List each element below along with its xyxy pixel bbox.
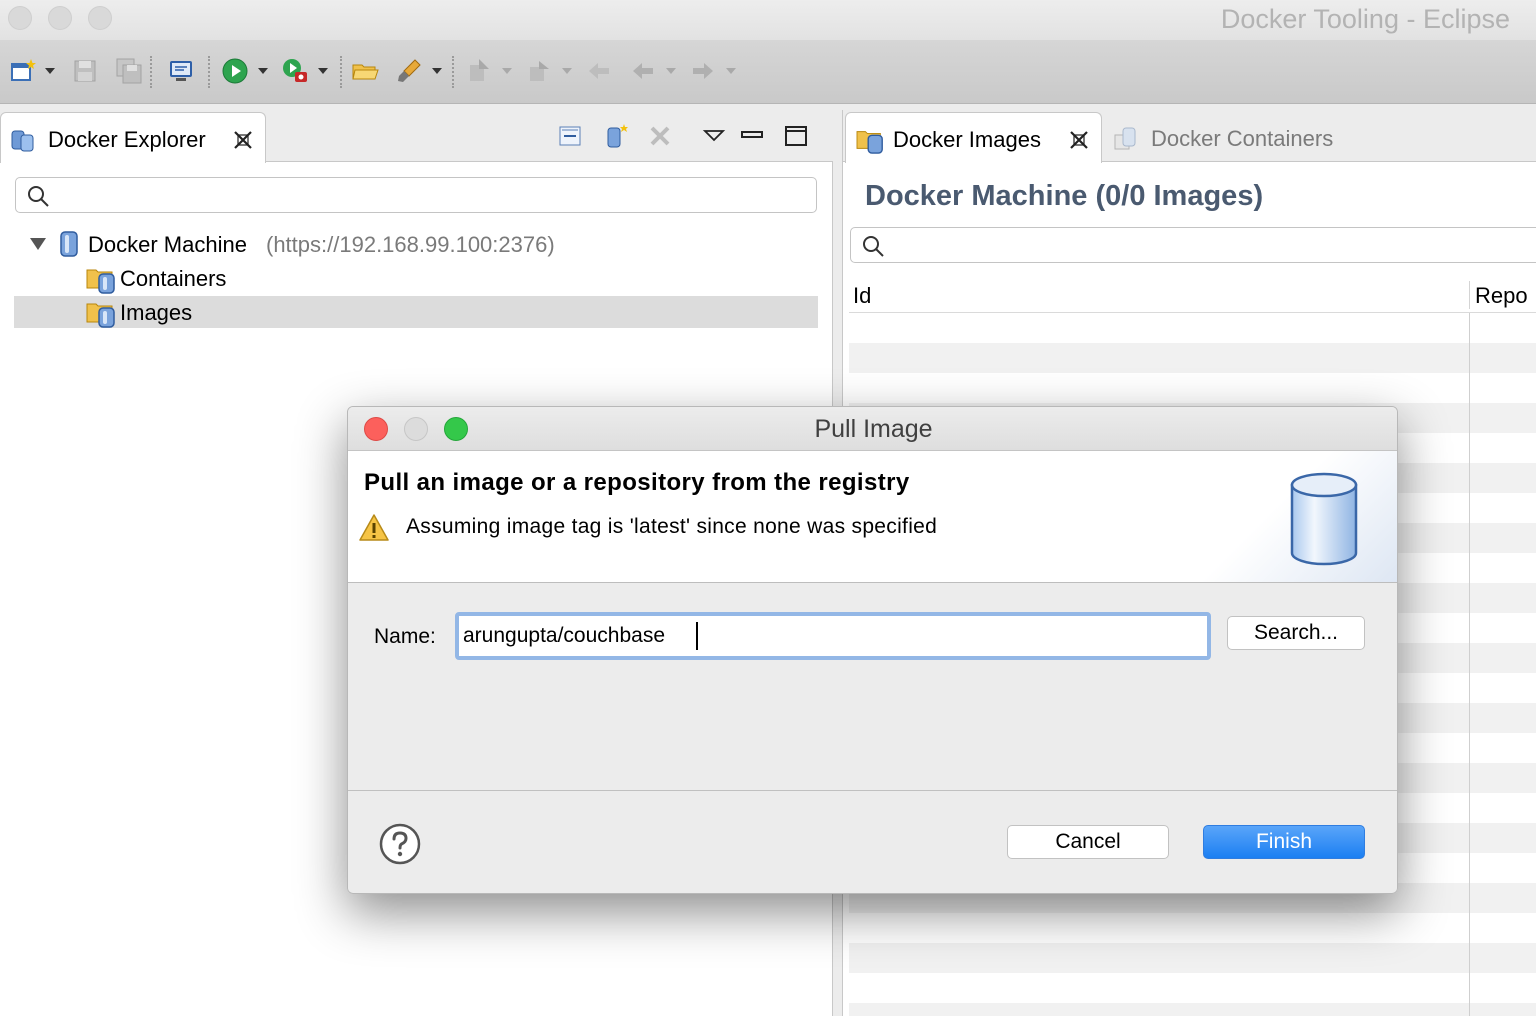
text-caret: [696, 622, 698, 650]
back-icon[interactable]: [628, 56, 658, 86]
help-icon[interactable]: [379, 823, 421, 865]
terminal-icon[interactable]: [166, 56, 196, 86]
docker-image-banner-icon: [1290, 472, 1358, 566]
images-folder-icon: [86, 303, 115, 328]
docker-explorer-icon: [11, 130, 34, 152]
save-icon[interactable]: [70, 56, 100, 86]
previous-annotation-icon[interactable]: [524, 56, 554, 86]
window-title: Docker Tooling - Eclipse: [1220, 4, 1510, 34]
run-icon[interactable]: [220, 56, 250, 86]
dialog-heading: Pull an image or a repository from the r…: [364, 469, 910, 496]
tab-label: Docker Images: [893, 127, 1041, 152]
containers-folder-icon: [86, 269, 115, 294]
close-window-button[interactable]: [8, 6, 32, 30]
remove-connection-icon[interactable]: [646, 122, 674, 150]
debug-icon[interactable]: [280, 56, 310, 86]
close-icon[interactable]: [232, 129, 254, 151]
toolbar-separator: [208, 56, 210, 88]
images-filter-input[interactable]: [850, 227, 1536, 263]
toolbar-separator: [150, 56, 152, 88]
search-icon: [863, 236, 884, 257]
brush-dropdown-arrow[interactable]: [432, 68, 442, 74]
run-dropdown-arrow[interactable]: [258, 68, 268, 74]
save-all-icon[interactable]: [114, 56, 144, 86]
collapse-all-icon[interactable]: [556, 122, 584, 150]
images-heading: Docker Machine (0/0 Images): [865, 180, 1264, 212]
explorer-tabbar: Docker Explorer: [0, 110, 833, 163]
dialog-title: Pull Image: [814, 415, 933, 443]
name-label: Name:: [374, 625, 436, 648]
docker-images-icon: [856, 131, 883, 154]
search-button[interactable]: Search...: [1227, 616, 1365, 650]
zoom-window-button[interactable]: [88, 6, 112, 30]
tree-item-containers[interactable]: Containers: [0, 262, 830, 294]
images-table-header: Id Repo: [849, 277, 1536, 313]
pull-image-dialog: Pull Image Pull an image or a repository…: [347, 406, 1398, 894]
docker-machine-icon: [60, 231, 78, 257]
new-wizard-icon[interactable]: [8, 56, 38, 86]
forward-icon[interactable]: [688, 56, 718, 86]
main-toolbar: [0, 40, 1536, 104]
new-dropdown-arrow[interactable]: [45, 68, 55, 74]
forward-dropdown-arrow[interactable]: [726, 68, 736, 74]
next-annotation-dropdown-arrow[interactable]: [502, 68, 512, 74]
search-icon: [28, 186, 49, 207]
dialog-titlebar: Pull Image: [348, 407, 1397, 451]
last-edit-icon[interactable]: [584, 56, 614, 86]
toolbar-separator: [340, 56, 342, 88]
name-input[interactable]: [463, 619, 1199, 653]
warning-icon: [359, 514, 389, 541]
cancel-button[interactable]: Cancel: [1007, 825, 1169, 859]
close-icon[interactable]: [1068, 129, 1090, 151]
column-header-id[interactable]: Id: [853, 283, 871, 309]
window-titlebar: Docker Tooling - Eclipse: [0, 0, 1536, 40]
tab-docker-containers[interactable]: Docker Containers: [1105, 112, 1365, 162]
minimize-window-button[interactable]: [48, 6, 72, 30]
docker-machine-url: (https://192.168.99.100:2376): [266, 232, 555, 257]
previous-annotation-dropdown-arrow[interactable]: [562, 68, 572, 74]
add-connection-icon[interactable]: [602, 122, 630, 150]
explorer-filter-input[interactable]: [15, 177, 817, 213]
column-gridline: [1469, 313, 1470, 1016]
docker-machine-label: Docker Machine: [88, 232, 247, 257]
tab-label: Docker Containers: [1151, 126, 1334, 151]
toolbar-separator: [452, 56, 454, 88]
tree-item-images[interactable]: Images: [0, 296, 830, 328]
minimize-view-icon[interactable]: [738, 122, 766, 150]
column-divider[interactable]: [1469, 281, 1470, 309]
finish-button[interactable]: Finish: [1203, 825, 1365, 859]
back-dropdown-arrow[interactable]: [666, 68, 676, 74]
images-tabbar: Docker Images Docker Containers: [843, 110, 1536, 163]
tab-docker-images[interactable]: Docker Images: [845, 112, 1102, 163]
images-label: Images: [120, 300, 193, 325]
warning-message: Assuming image tag is 'latest' since non…: [406, 515, 938, 538]
dialog-form: Name: Search...: [348, 584, 1397, 791]
next-annotation-icon[interactable]: [464, 56, 494, 86]
tab-docker-explorer[interactable]: Docker Explorer: [0, 112, 266, 163]
docker-containers-icon: [1114, 127, 1136, 150]
maximize-view-icon[interactable]: [782, 122, 810, 150]
expand-triangle-icon[interactable]: [28, 236, 48, 252]
name-field[interactable]: [455, 612, 1211, 660]
tree-item-docker-machine[interactable]: Docker Machine (https://192.168.99.100:2…: [0, 228, 830, 260]
column-header-repo[interactable]: Repo: [1475, 283, 1528, 309]
debug-dropdown-arrow[interactable]: [318, 68, 328, 74]
dialog-banner: Pull an image or a repository from the r…: [348, 451, 1397, 583]
view-menu-icon[interactable]: [700, 122, 728, 150]
containers-label: Containers: [120, 266, 227, 291]
paint-brush-icon[interactable]: [394, 56, 424, 86]
open-folder-icon[interactable]: [350, 56, 380, 86]
tab-label: Docker Explorer: [48, 127, 206, 152]
